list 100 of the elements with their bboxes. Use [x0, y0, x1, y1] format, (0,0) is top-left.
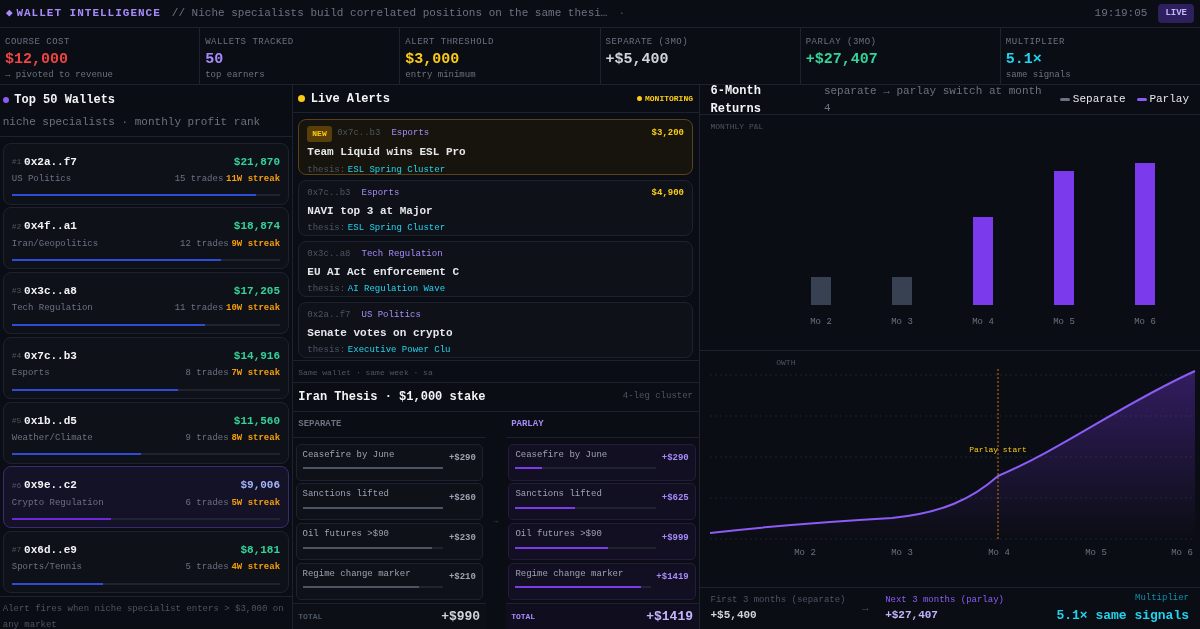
legend-label: Parlay: [1149, 92, 1189, 108]
total-value: +$990: [441, 607, 481, 626]
leg-name: Regime change marker: [515, 567, 625, 581]
stat-note: top earners: [205, 69, 266, 82]
wallet-card[interactable]: #3 0x3c..a8 $17,205 Tech Regulation 11 trades 10W streak: [2, 272, 290, 334]
profit-amount: $14,916: [233, 348, 281, 364]
stat-note: entry minimum: [405, 69, 477, 82]
wallet-category: Crypto Regulation: [11, 496, 104, 510]
alert-market: Team Liquid wins ESL Pro: [307, 145, 467, 161]
leg-gain: +$290: [661, 452, 689, 465]
streak-label: 7W streak: [231, 367, 281, 380]
stat-value: $3,000: [405, 49, 461, 69]
wallet-address: 0x1b..d5: [24, 413, 77, 429]
summary-value: +$27,407: [885, 608, 939, 623]
streak-label: 8W streak: [231, 431, 281, 445]
live-badge: LIVE: [1158, 3, 1194, 24]
leg-gain: +$999: [661, 531, 689, 545]
rank-label: #2: [11, 220, 22, 233]
alert-card[interactable]: 0x7c..b3 Esports $4,900 NAVI top 3 at Major thesis: ESL Spring Cluster: [298, 179, 693, 236]
profit-amount: $21,870: [233, 154, 281, 170]
chart-annotation: Parlay start: [969, 444, 1028, 454]
leg-gain: +$625: [661, 491, 689, 505]
alert-market: Senate votes on crypto: [307, 325, 454, 341]
cluster-note: 4-leg cluster: [622, 390, 693, 404]
stat-label: COURSE COST: [5, 36, 71, 49]
thesis-link: ESL Spring Cluster: [347, 163, 446, 177]
profit-amount: $11,560: [233, 413, 281, 429]
axis-label: Mo 4: [988, 547, 1011, 558]
leg-gain: +$290: [448, 452, 476, 465]
wallet-address: 0x3c..a8: [24, 284, 77, 299]
alert-category: Esports: [361, 186, 400, 200]
alert-category: Esports: [391, 126, 430, 140]
app-title: WALLET INTELLIGENCE: [16, 6, 161, 22]
alert-card[interactable]: 0x2a..f7 US Politics Senate votes on crypto thesis: Executive Power Clu: [298, 301, 693, 358]
alert-card[interactable]: 0x3c..a8 Tech Regulation EU AI Act enforcement C thesis: AI Regulation Wave: [298, 240, 693, 297]
arrow-icon: →: [862, 600, 869, 617]
leg-gain: +$260: [448, 491, 476, 505]
leg-name: Sanctions lifted: [302, 488, 390, 502]
wallet-card[interactable]: #2 0x4f..a1 $18,874 Iran/Geopolitics 12 trades 9W streak: [2, 207, 290, 270]
wallet-category: Esports: [11, 367, 50, 380]
axis-label: Mo 3: [891, 547, 914, 558]
thesis-label: thesis:: [307, 344, 346, 357]
summary-value: +$5,400: [710, 608, 758, 623]
chart-label: MONTHLY P&L: [710, 120, 765, 133]
wallet-address: 0x9e..c2: [24, 478, 77, 494]
alert-category: Tech Regulation: [361, 247, 443, 261]
wallet-address: 0x2a..f7: [307, 308, 351, 322]
stat-value: +$5,400: [605, 49, 670, 69]
wallet-card[interactable]: #4 0x7c..b3 $14,916 Esports 8 trades 7W streak: [2, 336, 290, 399]
dot-icon: [298, 95, 306, 102]
alert-card[interactable]: NEW 0x7c..b3 Esports $3,200 Team Liquid wins ESL Pro thesis: ESL Spring Cluster: [298, 118, 693, 175]
stat-label: PARLAY (3MO): [805, 36, 878, 49]
footer-note: Same wallet · same week · sa: [298, 367, 433, 377]
leg-name: Oil futures >$90: [515, 528, 603, 541]
wallet-category: Weather/Climate: [11, 431, 93, 445]
chart-bar: [891, 276, 912, 305]
dot-icon: [637, 96, 643, 101]
stat-value: 5.1×: [1005, 49, 1043, 69]
tagline: // Niche specialists build correlated positions on the same thesi…: [171, 6, 608, 22]
logo-icon: ◆: [6, 5, 14, 22]
wallet-category: Sports/Tennis: [11, 561, 82, 575]
alert-amount: $4,900: [651, 186, 684, 200]
trade-count: 15 trades: [174, 172, 224, 186]
rank-label: #4: [11, 350, 22, 362]
summary-label: Multiplier: [1134, 592, 1189, 605]
separator-dot: ·: [618, 6, 626, 22]
wallet-card[interactable]: #7 0x6d..e9 $8,181 Sports/Tennis 5 trades 4W streak: [2, 531, 290, 593]
legend-label: Separate: [1072, 92, 1126, 108]
stat-label: MULTIPLIER: [1005, 36, 1066, 49]
rank-label: #7: [11, 544, 22, 557]
streak-label: 11W streak: [226, 172, 281, 186]
wallet-category: Iran/Geopolitics: [11, 237, 99, 251]
thesis-link: ESL Spring Cluster: [347, 222, 446, 235]
streak-label: 4W streak: [231, 561, 281, 575]
axis-label: Mo 5: [1085, 547, 1108, 558]
stat-label: SEPARATE (3MO): [605, 36, 690, 49]
thesis-label: thesis:: [307, 222, 346, 235]
thesis-link: Executive Power Clu: [347, 344, 451, 357]
new-badge: NEW: [307, 125, 332, 142]
trade-count: 11 trades: [174, 302, 224, 316]
clock: 19:19:05: [1094, 6, 1148, 22]
leg-name: Regime change marker: [302, 567, 412, 581]
status-label: MONITORING: [645, 92, 693, 105]
alert-market: NAVI top 3 at Major: [307, 203, 434, 219]
panel-title: Top 50 Wallets: [14, 91, 116, 109]
alert-category: US Politics: [361, 308, 421, 322]
alert-market: EU AI Act enforcement C: [307, 264, 461, 280]
total-label: TOTAL: [511, 610, 536, 623]
stat-value: $12,000: [5, 49, 69, 69]
section-title: Iran Thesis · $1,000 stake: [298, 389, 486, 406]
profit-amount: $8,181: [240, 543, 281, 558]
wallet-card[interactable]: #1 0x2a..f7 $21,870 US Politics 15 trades 11W streak: [2, 142, 290, 205]
leg-gain: +$230: [448, 531, 476, 545]
trade-count: 12 trades: [180, 237, 229, 251]
leg-name: Ceasefire by June: [515, 448, 609, 462]
summary-label: First 3 months (separate): [710, 593, 846, 607]
thesis-label: thesis:: [307, 283, 346, 296]
wallet-address: 0x4f..a1: [24, 219, 77, 235]
wallet-address: 0x3c..a8: [307, 247, 351, 261]
wallet-address: 0x7c..b3: [337, 126, 381, 140]
